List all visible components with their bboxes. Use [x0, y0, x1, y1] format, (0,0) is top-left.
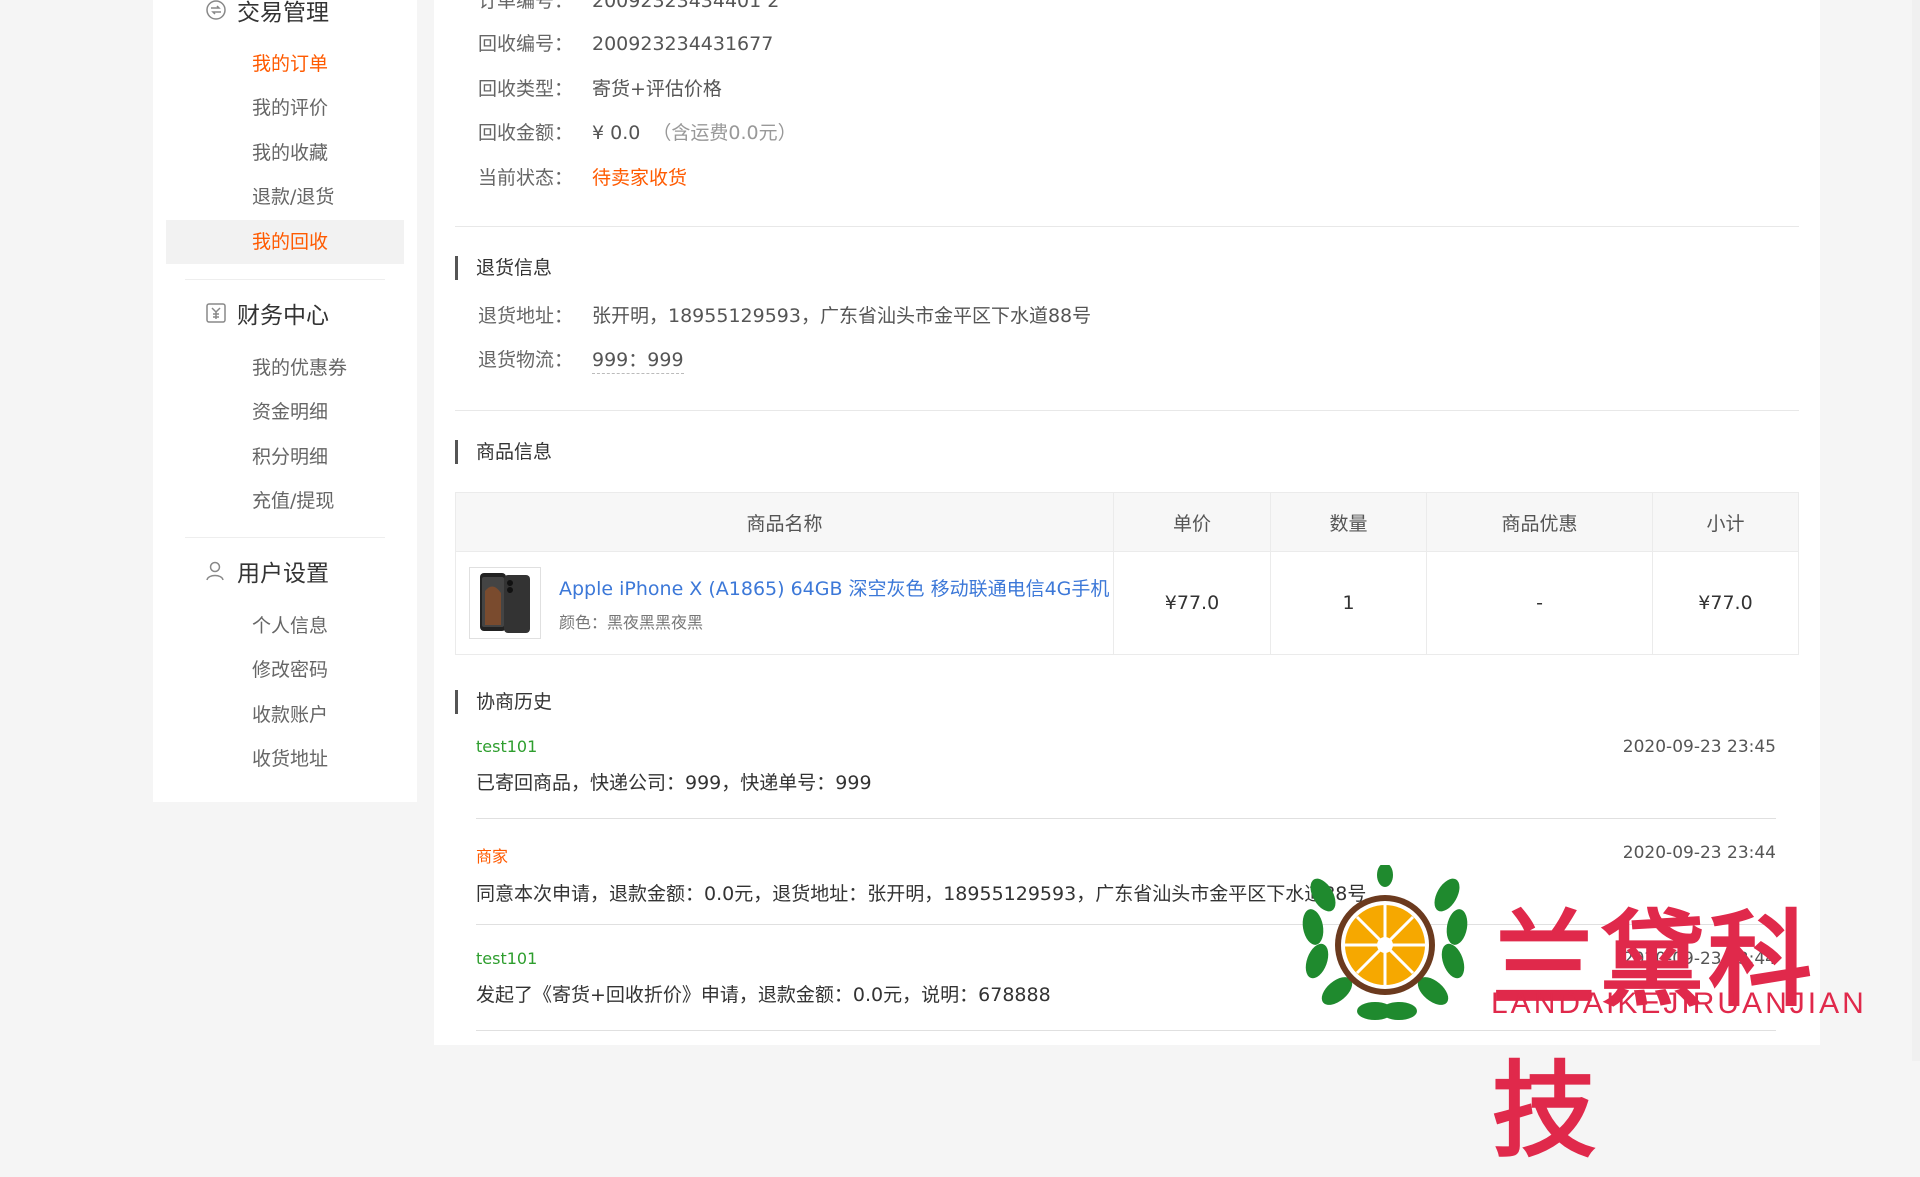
goods-table: 商品名称 单价 数量 商品优惠 小计 Apple iPhone X (A1865…: [455, 492, 1799, 655]
col-header-subtotal: 小计: [1652, 492, 1799, 552]
status-label: 当前状态：: [478, 167, 574, 189]
recycle-number-value: 200923234431677: [592, 33, 774, 55]
watermark-brand-subtext: LANDAIKEJIRUANJIAN: [1491, 987, 1867, 1020]
sidebar-item-my-recycle[interactable]: 我的回收: [166, 220, 404, 264]
sidebar-item-refunds[interactable]: 退款/退货: [166, 175, 404, 219]
sidebar-item-label: 收货地址: [252, 748, 329, 770]
sidebar-section-finance: 财务中心: [205, 298, 329, 329]
sidebar-item-profile[interactable]: 个人信息: [166, 604, 404, 648]
sidebar-item-payout-account[interactable]: 收款账户: [166, 693, 404, 737]
sidebar-item-label: 我的订单: [252, 53, 329, 75]
sidebar-divider: [185, 279, 385, 280]
user-icon: [205, 560, 227, 582]
order-number-row: 订单编号： 20092323434401 2: [478, 0, 779, 14]
return-logistics-label: 退货物流：: [478, 349, 574, 371]
goods-info-title: 商品信息: [455, 440, 552, 464]
col-header-discount: 商品优惠: [1426, 492, 1653, 552]
unit-price-cell: ¥77.0: [1113, 551, 1271, 655]
sidebar-item-label: 收款账户: [252, 704, 329, 726]
status-value: 待卖家收货: [592, 167, 688, 189]
table-header-row: 商品名称 单价 数量 商品优惠 小计: [455, 492, 1799, 552]
finance-icon: [205, 302, 227, 324]
sidebar-item-my-orders[interactable]: 我的订单: [166, 42, 404, 86]
return-logistics-row: 退货物流： 999：999: [478, 347, 684, 374]
history-author: 商家: [476, 847, 509, 866]
discount-cell: -: [1426, 551, 1653, 655]
col-header-name: 商品名称: [455, 492, 1114, 552]
history-author: test101: [476, 737, 538, 756]
sidebar-item-label: 我的评价: [252, 97, 329, 119]
sidebar-item-my-reviews[interactable]: 我的评价: [166, 86, 404, 130]
sidebar-item-label: 我的收藏: [252, 142, 329, 164]
history-title: 协商历史: [455, 690, 552, 714]
product-cell: Apple iPhone X (A1865) 64GB 深空灰色 移动联通电信4…: [455, 551, 1114, 655]
recycle-amount-value: ¥ 0.0: [592, 122, 641, 144]
recycle-amount-note: （含运费0.0元）: [652, 122, 797, 144]
product-image[interactable]: [469, 567, 541, 639]
quantity-cell: 1: [1270, 551, 1427, 655]
sidebar-item-change-password[interactable]: 修改密码: [166, 648, 404, 692]
sidebar-section-title: 交易管理: [237, 0, 329, 26]
divider: [455, 410, 1799, 411]
sidebar-item-funds[interactable]: 资金明细: [166, 390, 404, 434]
sidebar-section-user-settings: 用户设置: [205, 556, 329, 587]
sidebar-section-trade: 交易管理: [205, 0, 329, 26]
return-address-row: 退货地址： 张开明，18955129593，广东省汕头市金平区下水道88号: [478, 303, 1091, 329]
sidebar-item-recharge[interactable]: 充值/提现: [166, 479, 404, 523]
sidebar-item-shipping-address[interactable]: 收货地址: [166, 737, 404, 781]
product-spec: 颜色：黑夜黑黑夜黑: [559, 612, 704, 632]
history-message: 已寄回商品，快递公司：999，快递单号：999: [476, 772, 872, 794]
recycle-amount-row: 回收金额： ¥ 0.0 （含运费0.0元）: [478, 120, 797, 146]
divider: [476, 818, 1776, 819]
exchange-icon: [205, 0, 227, 21]
table-row: Apple iPhone X (A1865) 64GB 深空灰色 移动联通电信4…: [455, 551, 1799, 655]
history-time: 2020-09-23 23:44: [1622, 843, 1776, 863]
sidebar-item-label: 退款/退货: [252, 186, 335, 208]
subtotal-cell: ¥77.0: [1652, 551, 1799, 655]
order-number-label: 订单编号：: [478, 0, 574, 12]
return-address-label: 退货地址：: [478, 305, 574, 327]
sidebar-item-label: 积分明细: [252, 446, 329, 468]
recycle-amount-label: 回收金额：: [478, 122, 574, 144]
col-header-qty: 数量: [1270, 492, 1427, 552]
product-name-link[interactable]: Apple iPhone X (A1865) 64GB 深空灰色 移动联通电信4…: [559, 574, 1109, 601]
recycle-number-label: 回收编号：: [478, 33, 574, 55]
status-row: 当前状态： 待卖家收货: [478, 165, 687, 191]
sidebar-item-favorites[interactable]: 我的收藏: [166, 131, 404, 175]
sidebar-item-label: 充值/提现: [252, 490, 335, 512]
sidebar-divider: [185, 537, 385, 538]
history-entry: test101 2020-09-23 23:45 已寄回商品，快递公司：999，…: [476, 737, 1776, 795]
sidebar-item-label: 我的回收: [252, 231, 329, 253]
history-time: 2020-09-23 23:45: [1622, 737, 1776, 757]
col-header-price: 单价: [1113, 492, 1271, 552]
recycle-type-label: 回收类型：: [478, 78, 574, 100]
watermark-logo-icon: [1302, 863, 1468, 1020]
sidebar-item-label: 资金明细: [252, 401, 329, 423]
sidebar: 交易管理 我的订单 我的评价 我的收藏 退款/退货 我的回收 财务中心 我的优惠…: [153, 0, 417, 802]
sidebar-item-points[interactable]: 积分明细: [166, 435, 404, 479]
return-logistics-link[interactable]: 999：999: [592, 349, 684, 374]
watermark: 兰黛科技 LANDAIKEJIRUANJIAN: [1295, 863, 1875, 1172]
sidebar-item-label: 我的优惠券: [252, 357, 348, 379]
divider: [455, 226, 1799, 227]
return-info-title: 退货信息: [455, 256, 552, 280]
recycle-type-value: 寄货+评估价格: [592, 78, 722, 100]
order-number-value: 20092323434401 2: [592, 0, 780, 12]
sidebar-item-label: 修改密码: [252, 659, 329, 681]
return-address-value: 张开明，18955129593，广东省汕头市金平区下水道88号: [592, 305, 1092, 327]
watermark-brand-text: 兰黛科技: [1492, 899, 1817, 1172]
sidebar-section-title: 财务中心: [237, 303, 329, 329]
recycle-number-row: 回收编号： 200923234431677: [478, 31, 773, 57]
sidebar-item-label: 个人信息: [252, 615, 329, 637]
sidebar-section-title: 用户设置: [237, 561, 329, 587]
recycle-type-row: 回收类型： 寄货+评估价格: [478, 76, 722, 102]
scrollbar[interactable]: [1912, 0, 1920, 1061]
sidebar-item-coupons[interactable]: 我的优惠券: [166, 346, 404, 390]
